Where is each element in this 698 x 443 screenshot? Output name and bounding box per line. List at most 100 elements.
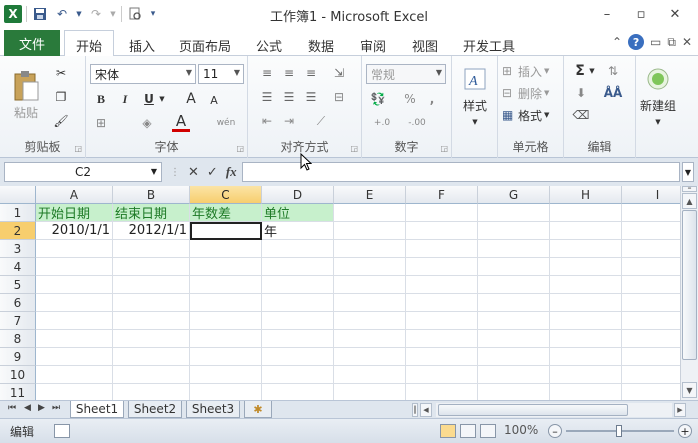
row-header-1[interactable]: 1 (0, 204, 36, 222)
align-top-icon[interactable]: ≡ (258, 64, 276, 82)
borders-icon[interactable]: ⊞ (92, 114, 110, 132)
cell-f3[interactable] (406, 240, 478, 258)
align-middle-icon[interactable]: ≡ (280, 64, 298, 82)
tab-view[interactable]: 视图 (404, 34, 446, 56)
formula-menu-icon[interactable]: ⋮ (170, 167, 180, 178)
align-center-icon[interactable]: ☰ (280, 88, 298, 106)
bold-button[interactable]: B (92, 90, 110, 108)
clipboard-launcher-icon[interactable]: ◲ (74, 144, 82, 153)
cell-b2[interactable]: 2012/1/1 (113, 222, 190, 240)
cell-e7[interactable] (334, 312, 406, 330)
cell-h3[interactable] (550, 240, 622, 258)
italic-button[interactable]: I (116, 90, 134, 108)
cell-b4[interactable] (113, 258, 190, 276)
cell-c4[interactable] (190, 258, 262, 276)
cell-g11[interactable] (478, 384, 550, 400)
cell-g7[interactable] (478, 312, 550, 330)
select-all-button[interactable] (0, 186, 36, 204)
cell-d9[interactable] (262, 348, 334, 366)
cell-a5[interactable] (36, 276, 113, 294)
cell-g1[interactable] (478, 204, 550, 222)
cell-c3[interactable] (190, 240, 262, 258)
page-layout-view-icon[interactable] (460, 424, 476, 438)
decrease-decimal-button[interactable]: -.00 (402, 114, 432, 132)
cell-f6[interactable] (406, 294, 478, 312)
cell-b7[interactable] (113, 312, 190, 330)
cell-g10[interactable] (478, 366, 550, 384)
cell-b3[interactable] (113, 240, 190, 258)
cell-g9[interactable] (478, 348, 550, 366)
vertical-scroll-thumb[interactable] (682, 210, 697, 360)
first-sheet-icon[interactable]: ⏮ (8, 403, 16, 413)
cell-e10[interactable] (334, 366, 406, 384)
cell-a11[interactable] (36, 384, 113, 400)
grow-font-button[interactable]: A (182, 90, 200, 108)
cell-i10[interactable] (622, 366, 680, 384)
cell-f1[interactable] (406, 204, 478, 222)
column-header-c[interactable]: C (190, 186, 262, 204)
sheet-tab-sheet3[interactable]: Sheet3 (186, 401, 240, 418)
new-group-button[interactable]: 新建组 ▼ (638, 60, 678, 132)
cell-d3[interactable] (262, 240, 334, 258)
cell-h5[interactable] (550, 276, 622, 294)
cell-g8[interactable] (478, 330, 550, 348)
cell-e11[interactable] (334, 384, 406, 400)
cell-g4[interactable] (478, 258, 550, 276)
column-header-f[interactable]: F (406, 186, 478, 204)
cell-i7[interactable] (622, 312, 680, 330)
tab-formulas[interactable]: 公式 (248, 34, 290, 56)
restore-icon[interactable]: ▫ (624, 4, 658, 24)
cell-g5[interactable] (478, 276, 550, 294)
cell-h8[interactable] (550, 330, 622, 348)
cell-e2[interactable] (334, 222, 406, 240)
styles-button[interactable]: A 样式 ▼ (456, 60, 494, 132)
row-header-2[interactable]: 2 (0, 222, 36, 240)
column-header-d[interactable]: D (262, 186, 334, 204)
column-header-a[interactable]: A (36, 186, 113, 204)
sheet-tab-sheet1[interactable]: Sheet1 (70, 401, 124, 418)
cell-e1[interactable] (334, 204, 406, 222)
row-header-9[interactable]: 9 (0, 348, 36, 366)
row-header-3[interactable]: 3 (0, 240, 36, 258)
orientation-icon[interactable]: ⟋ (312, 112, 330, 130)
split-box-icon[interactable]: ═ (682, 186, 697, 192)
help-icon[interactable]: ? (628, 34, 645, 50)
minimize-icon[interactable]: – (590, 4, 624, 24)
column-header-b[interactable]: B (113, 186, 190, 204)
cell-e4[interactable] (334, 258, 406, 276)
tab-review[interactable]: 审阅 (352, 34, 394, 56)
next-sheet-icon[interactable]: ▶ (38, 403, 45, 413)
cell-b6[interactable] (113, 294, 190, 312)
cell-i3[interactable] (622, 240, 680, 258)
cell-c7[interactable] (190, 312, 262, 330)
cell-c11[interactable] (190, 384, 262, 400)
insert-cells-button[interactable]: ⊞ 插入 ▼ (502, 62, 560, 80)
cell-d7[interactable] (262, 312, 334, 330)
cell-d1[interactable]: 单位 (262, 204, 334, 222)
insert-function-button[interactable]: fx (226, 164, 237, 180)
tab-home[interactable]: 开始 (64, 30, 114, 57)
phonetic-button[interactable]: wén (212, 114, 240, 132)
column-header-g[interactable]: G (478, 186, 550, 204)
clear-icon[interactable]: ⌫ (572, 106, 590, 124)
cell-f10[interactable] (406, 366, 478, 384)
cell-c1[interactable]: 年数差 (190, 204, 262, 222)
scroll-up-icon[interactable]: ▲ (682, 193, 697, 209)
cell-c9[interactable] (190, 348, 262, 366)
cell-e9[interactable] (334, 348, 406, 366)
vertical-scrollbar[interactable]: ═ ▲ ▼ (680, 186, 698, 400)
cell-b5[interactable] (113, 276, 190, 294)
fill-icon[interactable]: ⬇ (572, 84, 590, 102)
cell-a2[interactable]: 2010/1/1 (36, 222, 113, 240)
cell-f9[interactable] (406, 348, 478, 366)
font-size-combo[interactable]: 11 ▼ (198, 64, 244, 84)
cell-i2[interactable] (622, 222, 680, 240)
font-color-button[interactable]: A (172, 112, 190, 132)
tab-developer[interactable]: 开发工具 (456, 34, 522, 56)
increase-indent-icon[interactable]: ⇥ (280, 112, 298, 130)
copy-icon[interactable]: ❐ (52, 88, 70, 106)
underline-dropdown-icon[interactable]: ▼ (158, 94, 166, 104)
row-header-4[interactable]: 4 (0, 258, 36, 276)
font-launcher-icon[interactable]: ◲ (236, 144, 244, 153)
cell-d5[interactable] (262, 276, 334, 294)
